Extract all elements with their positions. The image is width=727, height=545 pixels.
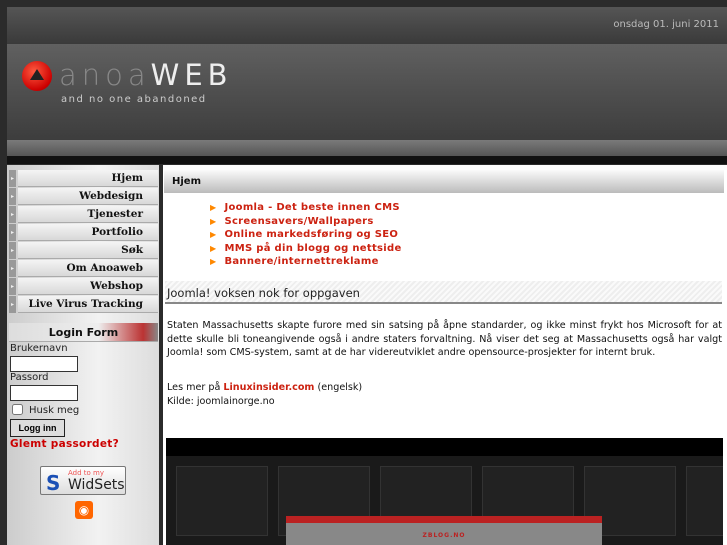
password-input[interactable]: [10, 385, 78, 401]
divider: [7, 156, 727, 164]
sidebar-item[interactable]: ▸ Webdesign: [9, 188, 158, 205]
article-link[interactable]: ▶ Joomla - Det beste innen CMS: [210, 202, 400, 213]
sidebar-item-label: Live Virus Tracking: [18, 296, 158, 313]
arrow-icon: ▸: [9, 170, 16, 187]
logo-light: anoa: [59, 58, 151, 92]
date-display: onsdag 01. juni 2011: [613, 19, 719, 30]
read-more-link[interactable]: Linuxinsider.com: [223, 382, 314, 393]
sidebar-item-label: Portfolio: [18, 224, 158, 241]
portfolio-preview-image[interactable]: ZBLOG.NO: [166, 438, 723, 545]
read-more-suffix: (engelsk): [317, 382, 363, 393]
article-link-label: Online markedsføring og SEO: [224, 229, 399, 240]
arrow-icon: ▸: [9, 260, 16, 277]
logo-icon[interactable]: [22, 61, 52, 91]
sidebar-item-label: Webdesign: [18, 188, 158, 205]
bullet-arrow-icon: ▶: [210, 257, 217, 266]
widsets-add-text: Add to my: [68, 469, 104, 477]
article-link-label: Bannere/internettreklame: [224, 256, 379, 267]
arrow-icon: ▸: [9, 206, 16, 223]
remember-label: Husk meg: [29, 405, 80, 416]
bullet-arrow-icon: ▶: [210, 203, 217, 212]
logo-bold: WEB: [150, 58, 233, 92]
logo[interactable]: anoaWEB: [59, 58, 233, 92]
sidebar-item[interactable]: ▸ Søk: [9, 242, 158, 259]
top-bar: onsdag 01. juni 2011: [7, 7, 727, 44]
article-body: Staten Massachusetts skapte furore med s…: [167, 320, 722, 358]
sidebar-item-label: Tjenester: [18, 206, 158, 223]
read-more-prefix: Les mer på: [167, 382, 221, 393]
rss-icon[interactable]: ◉: [75, 501, 93, 519]
arrow-icon: ▸: [9, 296, 16, 313]
widsets-logo-icon: S: [46, 471, 61, 495]
sidebar-item-label: Søk: [18, 242, 158, 259]
article-link[interactable]: ▶ MMS på din blogg og nettside: [210, 243, 402, 254]
article-title: Joomla! voksen nok for oppgaven: [165, 281, 722, 304]
sidebar-item[interactable]: ▸ Live Virus Tracking: [9, 296, 158, 313]
tagline: and no one abandoned: [61, 94, 207, 105]
username-input[interactable]: [10, 356, 78, 372]
bullet-arrow-icon: ▶: [210, 230, 217, 239]
read-more: Les mer på Linuxinsider.com (engelsk): [167, 382, 362, 393]
arrow-icon: ▸: [9, 188, 16, 205]
forgot-password-link[interactable]: Glemt passordet?: [10, 438, 119, 450]
article-link-label: Joomla - Det beste innen CMS: [224, 202, 400, 213]
bullet-arrow-icon: ▶: [210, 216, 217, 226]
article-link[interactable]: ▶ Bannere/internettreklame: [210, 256, 379, 267]
widsets-button[interactable]: S Add to my WidSets: [40, 466, 126, 495]
thumbnail: [686, 466, 723, 536]
widsets-name: WidSets: [68, 477, 125, 493]
sidebar: ▸ Hjem ▸ Webdesign ▸ Tjenester ▸ Portfolio ▸ Søk ▸…: [7, 165, 159, 545]
arrow-icon: ▸: [9, 224, 16, 241]
article-link-label: Screensavers/Wallpapers: [224, 215, 374, 227]
login-form-title: Login Form: [9, 323, 158, 342]
featured-preview: ZBLOG.NO: [286, 516, 602, 545]
preview-title: ZBLOG.NO: [422, 532, 466, 539]
sidebar-item[interactable]: ▸ Hjem: [9, 170, 158, 187]
sidebar-item[interactable]: ▸ Om Anoaweb: [9, 260, 158, 277]
site-header: anoaWEB and no one abandoned: [7, 44, 727, 140]
sidebar-item[interactable]: ▸ Portfolio: [9, 224, 158, 241]
main-content: Hjem ▶ Joomla - Det beste innen CMS ▶ Scree…: [163, 165, 727, 545]
article-link[interactable]: ▶ Online markedsføring og SEO: [210, 229, 398, 240]
sidebar-item[interactable]: ▸ Webshop: [9, 278, 158, 295]
username-label: Brukernavn: [10, 343, 68, 354]
article-link-label: MMS på din blogg og nettside: [224, 242, 402, 254]
sidebar-item[interactable]: ▸ Tjenester: [9, 206, 158, 223]
sidebar-item-label: Om Anoaweb: [18, 260, 158, 277]
article-link[interactable]: ▶ Screensavers/Wallpapers: [210, 216, 374, 227]
breadcrumb: Hjem: [164, 170, 724, 193]
arrow-icon: ▸: [9, 278, 16, 295]
sidebar-item-label: Webshop: [18, 278, 158, 295]
password-label: Passord: [10, 372, 49, 383]
arrow-icon: ▸: [9, 242, 16, 259]
login-button[interactable]: Logg inn: [10, 419, 65, 437]
sidebar-item-label: Hjem: [18, 170, 158, 187]
bullet-arrow-icon: ▶: [210, 243, 217, 253]
article-source: Kilde: joomlainorge.no: [167, 396, 275, 407]
remember-checkbox[interactable]: [12, 404, 23, 415]
nav-bar: [7, 140, 727, 156]
thumbnail: [176, 466, 268, 536]
